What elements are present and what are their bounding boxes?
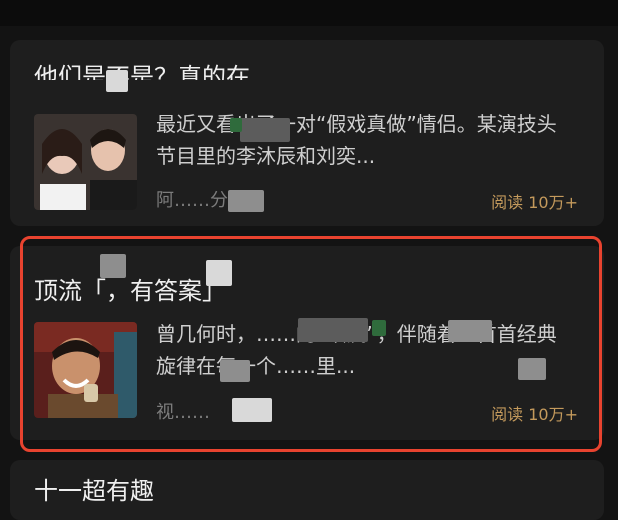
read-count: 阅读 10万+ xyxy=(491,405,578,424)
redaction-blur xyxy=(232,398,272,422)
redaction-blur xyxy=(220,360,250,382)
redaction-blur xyxy=(298,318,368,342)
redaction-blur xyxy=(228,190,264,212)
article-title[interactable]: 十一超有趣 xyxy=(34,476,154,506)
read-count: 阅读 10万+ xyxy=(491,193,578,212)
article-snippet[interactable]: 最近又看出了一对“假戏真做”情侣。某演技头节目里的李沐辰和刘奕... xyxy=(156,108,576,172)
status-bar xyxy=(0,0,618,26)
article-card[interactable]: 十一超有趣 xyxy=(10,460,604,520)
article-card[interactable]: 他们是不是？真的在 最近又看出了一对“假戏真做”情侣。某演技头节目里的李沐辰和刘… xyxy=(10,40,604,226)
article-source: 视…… xyxy=(156,402,210,423)
redaction-blur xyxy=(100,254,126,278)
article-card[interactable]: 顶流「，有答案」 曾几何时，……的“顶流”，伴随着一首首经典旋律在每一个……里.… xyxy=(10,246,604,440)
redaction-blur xyxy=(240,118,290,142)
article-thumbnail[interactable] xyxy=(34,114,137,210)
article-title[interactable]: 顶流「，有答案」 xyxy=(34,276,226,306)
redaction-blur xyxy=(206,260,232,286)
redaction-blur xyxy=(372,320,386,336)
redaction-blur xyxy=(448,320,492,342)
article-thumbnail[interactable] xyxy=(34,322,137,418)
redaction-blur xyxy=(106,70,128,92)
redaction-blur xyxy=(230,118,242,132)
redaction-blur xyxy=(518,358,546,380)
